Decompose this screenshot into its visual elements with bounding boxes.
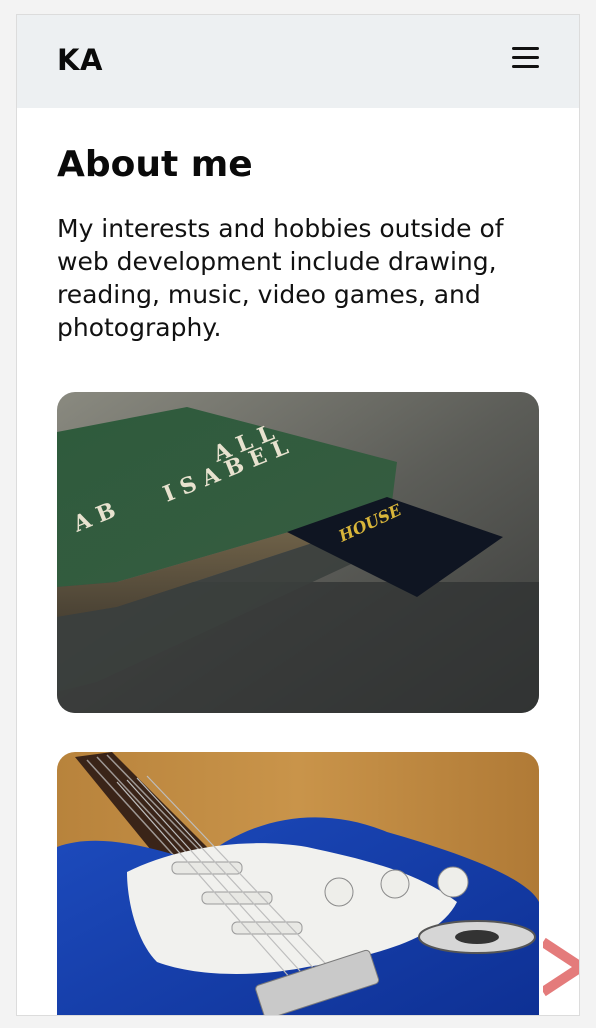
book-photo: A B I S A B E L A L L HOUSE: [57, 392, 539, 713]
main-content: About me My interests and hobbies outsid…: [17, 144, 579, 1015]
intro-paragraph: My interests and hobbies outside of web …: [57, 214, 504, 342]
site-header: KA: [17, 15, 579, 108]
guitar-photo: [57, 752, 539, 1015]
guitar-photo-illustration: [57, 752, 539, 1015]
site-logo[interactable]: KA: [57, 43, 103, 77]
menu-bar: [512, 56, 539, 59]
page-frame: KA About me My interests and hobbies out…: [16, 14, 580, 1016]
decorative-chevron-icon: [543, 937, 579, 997]
menu-bar: [512, 47, 539, 50]
page-title: About me: [57, 144, 253, 185]
menu-bar: [512, 65, 539, 68]
hamburger-menu-icon[interactable]: [512, 47, 539, 71]
book-photo-illustration: A B I S A B E L A L L HOUSE: [57, 392, 539, 713]
